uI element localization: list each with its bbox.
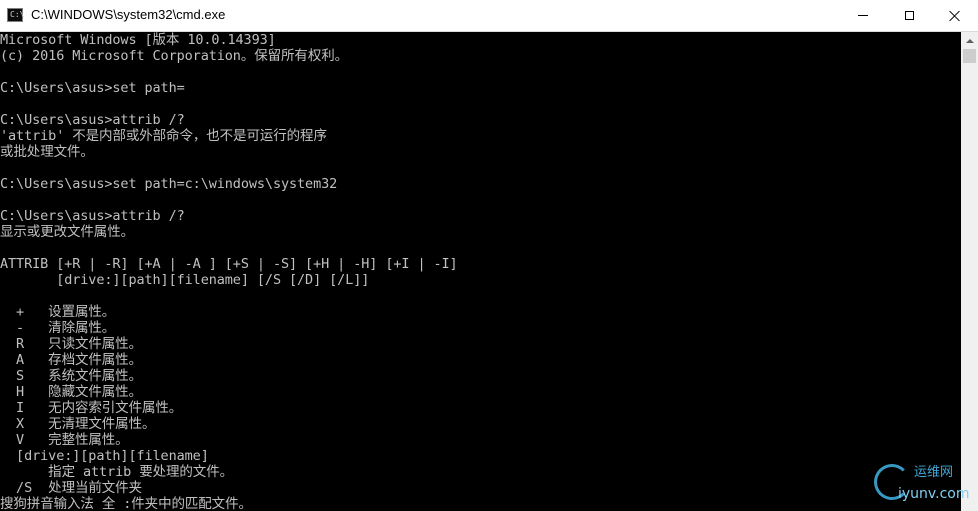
scroll-thumb[interactable] <box>963 49 976 63</box>
console-line: ATTRIB [+R | -R] [+A | -A ] [+S | -S] [+… <box>0 256 458 272</box>
cmd-window: C:\ C:\WINDOWS\system32\cmd.exe Microsof… <box>0 0 978 511</box>
console-line: 或批处理文件。 <box>0 144 94 160</box>
watermark-top-text: 运维网 <box>914 465 954 480</box>
console-line: A 存档文件属性。 <box>0 352 142 368</box>
console-line: H 隐藏文件属性。 <box>0 384 142 400</box>
console-line: 'attrib' 不是内部或外部命令，也不是可运行的程序 <box>0 128 327 144</box>
console-line: [drive:][path][filename] [/S [/D] [/L]] <box>0 272 370 288</box>
cmd-icon[interactable]: C:\ <box>7 8 25 22</box>
console-line: (c) 2016 Microsoft Corporation。保留所有权利。 <box>0 48 349 64</box>
title-bar[interactable]: C:\ C:\WINDOWS\system32\cmd.exe <box>0 0 978 32</box>
scroll-up-button[interactable] <box>961 32 978 49</box>
console-line: S 系统文件属性。 <box>0 368 142 384</box>
console-output[interactable]: Microsoft Windows [版本 10.0.14393] (c) 20… <box>0 32 961 511</box>
maximize-button[interactable] <box>886 0 932 31</box>
console-line: R 只读文件属性。 <box>0 336 142 352</box>
arrow-up-icon <box>965 38 974 43</box>
close-button[interactable] <box>932 0 978 31</box>
console-line: V 完整性属性。 <box>0 432 129 448</box>
console-line: C:\Users\asus>attrib /? <box>0 208 185 224</box>
console-line: 显示或更改文件属性。 <box>0 224 134 240</box>
close-icon <box>949 10 961 22</box>
minimize-icon <box>858 15 868 16</box>
cmd-icon-text: C:\ <box>10 10 25 19</box>
minimize-button[interactable] <box>840 0 886 31</box>
console-line: - 清除属性。 <box>0 320 116 336</box>
console-line: + 设置属性。 <box>0 304 116 320</box>
console-line: X 无清理文件属性。 <box>0 416 156 432</box>
ime-status-line: 搜狗拼音输入法 全 :件夹中的匹配文件。 <box>0 496 252 511</box>
console-line: 指定 attrib 要处理的文件。 <box>0 464 233 480</box>
console-line: /S 处理当前文件夹 <box>0 480 142 496</box>
window-title: C:\WINDOWS\system32\cmd.exe <box>31 7 226 22</box>
maximize-icon <box>904 11 914 20</box>
console-line: C:\Users\asus>set path= <box>0 80 185 96</box>
console-line: C:\Users\asus>set path=c:\windows\system… <box>0 176 338 192</box>
vertical-scrollbar[interactable] <box>961 32 978 511</box>
console-line: C:\Users\asus>attrib /? <box>0 112 185 128</box>
console-line: [drive:][path][filename] <box>0 448 209 464</box>
watermark-bottom-text: iyunv.com <box>898 486 970 502</box>
console-line: Microsoft Windows [版本 10.0.14393] <box>0 32 276 48</box>
watermark-logo: 运维网 iyunv.com <box>872 462 978 511</box>
console-line: I 无内容索引文件属性。 <box>0 400 183 416</box>
